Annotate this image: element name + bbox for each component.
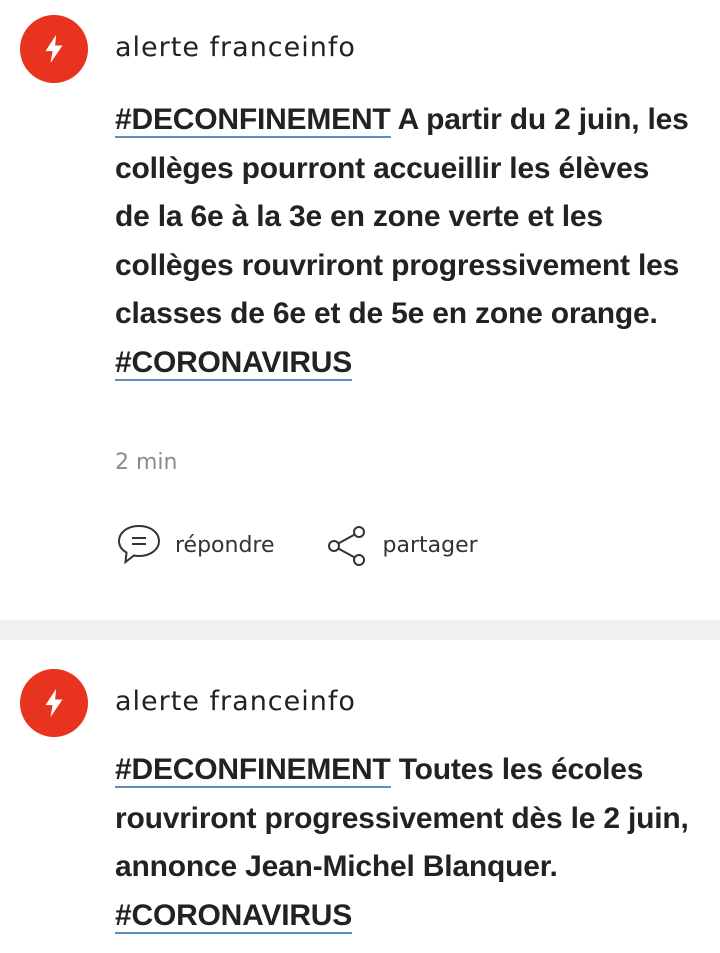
hashtag-link[interactable]: #DECONFINEMENT [115,753,391,788]
hashtag-link[interactable]: #CORONAVIRUS [115,898,352,934]
alert-post: alerte franceinfo #DECONFINEMENT A parti… [0,0,720,620]
post-separator [0,620,720,640]
reply-button[interactable]: répondre [115,522,275,568]
speech-bubble-icon [117,524,161,565]
reply-label: répondre [175,532,275,558]
share-icon [327,526,365,566]
post-actions: répondre partager [115,520,526,570]
hashtag-link[interactable]: #CORONAVIRUS [115,345,352,381]
lightning-bolt-icon [45,34,63,64]
hashtag-link[interactable]: #DECONFINEMENT [115,103,391,138]
franceinfo-avatar[interactable] [20,669,88,737]
post-author[interactable]: alerte franceinfo [115,32,356,63]
post-body: #DECONFINEMENT Toutes les écoles rouvrir… [115,746,690,940]
post-author[interactable]: alerte franceinfo [115,686,356,717]
franceinfo-avatar[interactable] [20,15,88,83]
alert-post: alerte franceinfo #DECONFINEMENT Toutes … [0,640,720,953]
share-label: partager [382,532,478,558]
share-button[interactable]: partager [323,522,478,568]
post-body: #DECONFINEMENT A partir du 2 juin, les c… [115,96,690,387]
lightning-bolt-icon [45,688,63,718]
post-timestamp: 2 min [115,450,178,475]
